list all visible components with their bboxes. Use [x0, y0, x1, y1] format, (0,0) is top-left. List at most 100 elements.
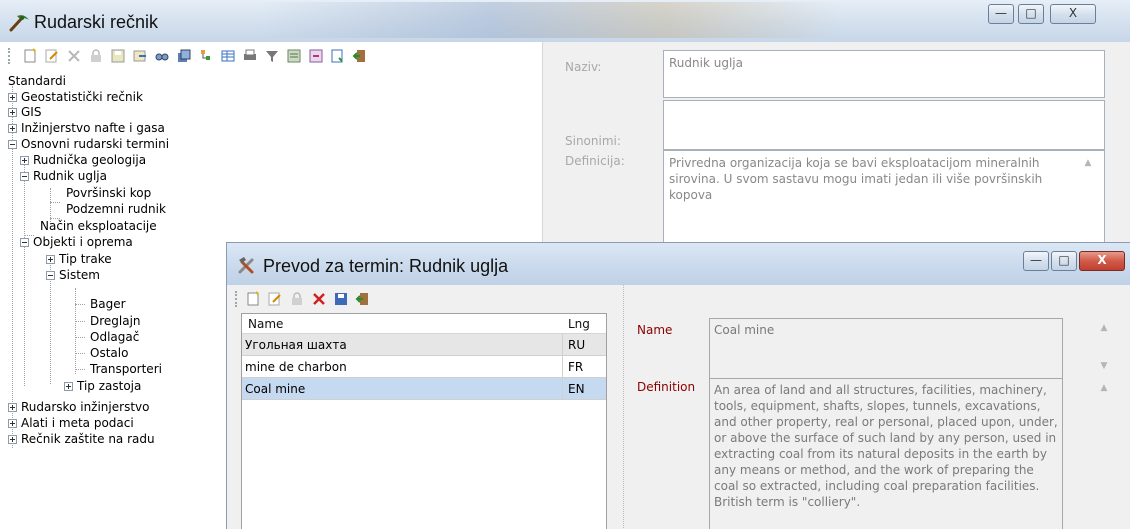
expand-plus-icon[interactable]: [8, 419, 17, 428]
tree-node-label: Rudarsko inžinjerstvo: [21, 400, 150, 414]
collapse-minus-icon[interactable]: [20, 172, 29, 181]
tree-node-label: Tip zastoja: [77, 379, 142, 393]
scroll-down-icon[interactable]: ▼: [1097, 361, 1111, 371]
edit-icon[interactable]: [267, 291, 283, 307]
report-icon[interactable]: [330, 48, 346, 64]
tree-node[interactable]: Alati i meta podaci: [8, 416, 134, 431]
expand-plus-icon[interactable]: [8, 93, 17, 102]
tree-node[interactable]: Bager: [90, 297, 126, 312]
definition-field[interactable]: An area of land and all structures, faci…: [709, 378, 1063, 529]
pickaxe-app-icon: [9, 15, 29, 32]
import-icon[interactable]: [308, 48, 324, 64]
toolbar-grip[interactable]: [8, 48, 11, 64]
name-field[interactable]: Coal mine: [709, 318, 1063, 380]
minimize-button[interactable]: —: [988, 4, 1014, 24]
dialog-maximize-button[interactable]: □: [1051, 251, 1077, 271]
titlebar-glass: [260, 2, 840, 38]
grid-header: Name Lng: [242, 314, 606, 334]
tree-node[interactable]: Rudnik uglja: [20, 169, 107, 184]
tree-node[interactable]: Dreglajn: [90, 314, 141, 329]
settings-icon[interactable]: [286, 48, 302, 64]
tree-node[interactable]: Odlagač: [90, 330, 139, 345]
tree-node[interactable]: Tip zastoja: [64, 379, 141, 394]
expand-plus-icon[interactable]: [64, 382, 73, 391]
scroll-up-icon[interactable]: ▲: [1097, 383, 1111, 393]
tree-node[interactable]: Način eksploatacije: [40, 219, 157, 234]
exit-icon[interactable]: [355, 291, 371, 307]
scroll-up-icon[interactable]: ▲: [1097, 323, 1111, 333]
column-header-name[interactable]: Name: [248, 317, 283, 331]
tree-node-label: Inžinjerstvo nafte i gasa: [21, 121, 165, 135]
copy-icon[interactable]: [176, 48, 192, 64]
tree-node-label: Rudnička geologija: [33, 153, 147, 167]
tree-node[interactable]: Osnovni rudarski termini: [8, 137, 169, 152]
tree-node[interactable]: Rudnička geologija: [20, 153, 146, 168]
tree-node[interactable]: Ostalo: [90, 346, 128, 361]
tree-root[interactable]: Standardi: [8, 74, 66, 89]
cell-name: Угольная шахта: [245, 338, 347, 352]
find-icon[interactable]: [154, 48, 170, 64]
tree-node[interactable]: Podzemni rudnik: [66, 202, 166, 217]
toolbar-grip[interactable]: [235, 291, 238, 307]
table-row[interactable]: mine de charbon FR: [242, 356, 606, 378]
tree-node[interactable]: Tip trake: [46, 252, 112, 267]
tree-node[interactable]: Rudarsko inžinjerstvo: [8, 400, 149, 415]
tree-node-label: Način eksploatacije: [40, 219, 157, 233]
tree-node-label: Osnovni rudarski termini: [21, 137, 170, 151]
table-icon[interactable]: [220, 48, 236, 64]
expand-plus-icon[interactable]: [20, 156, 29, 165]
main-toolbar: [8, 40, 538, 70]
expand-plus-icon[interactable]: [8, 403, 17, 412]
print-icon[interactable]: [242, 48, 258, 64]
dialog-titlebar[interactable]: Prevod za termin: Rudnik uglja — □ X: [227, 243, 1130, 285]
maximize-button[interactable]: □: [1018, 4, 1044, 24]
tree-node-label: Ostalo: [90, 346, 129, 360]
delete-icon[interactable]: [311, 291, 327, 307]
tree-node[interactable]: Sistem: [46, 268, 100, 283]
filter-icon[interactable]: [264, 48, 280, 64]
expand-plus-icon[interactable]: [8, 124, 17, 133]
tree-node-label: GIS: [21, 105, 42, 119]
table-row[interactable]: Угольная шахта RU: [242, 334, 606, 356]
sinonimi-field[interactable]: [663, 100, 1105, 150]
delete-icon[interactable]: [66, 48, 82, 64]
main-titlebar[interactable]: Rudarski rečnik — □ X: [0, 0, 1130, 42]
table-row-selected[interactable]: Coal mine EN: [242, 378, 606, 400]
column-header-lng[interactable]: Lng: [568, 317, 590, 331]
scroll-up-icon[interactable]: ▲: [1081, 158, 1095, 168]
edit-icon[interactable]: [44, 48, 60, 64]
save-icon[interactable]: [110, 48, 126, 64]
dialog-minimize-button[interactable]: —: [1023, 251, 1049, 271]
collapse-minus-icon[interactable]: [8, 140, 17, 149]
cell-name: Coal mine: [245, 382, 306, 396]
expand-plus-icon[interactable]: [46, 255, 55, 264]
expand-plus-icon[interactable]: [8, 435, 17, 444]
tree-node[interactable]: GIS: [8, 105, 41, 120]
dialog-splitter[interactable]: [623, 285, 624, 529]
new-icon[interactable]: [245, 291, 261, 307]
tree-node[interactable]: Transporteri: [90, 362, 162, 377]
tree-node[interactable]: Rečnik zaštite na radu: [8, 432, 155, 447]
tree-icon[interactable]: [198, 48, 214, 64]
save-icon[interactable]: [333, 291, 349, 307]
collapse-minus-icon[interactable]: [46, 271, 55, 280]
lock-icon[interactable]: [88, 48, 104, 64]
tree-node[interactable]: Površinski kop: [66, 186, 151, 201]
tree-node[interactable]: Geostatistički rečnik: [8, 90, 143, 105]
translation-grid[interactable]: Name Lng Угольная шахта RU mine de charb…: [241, 313, 607, 529]
naziv-field[interactable]: Rudnik uglja: [663, 50, 1105, 98]
dialog-close-button[interactable]: X: [1079, 251, 1125, 271]
exit-icon[interactable]: [352, 48, 368, 64]
lock-icon[interactable]: [289, 291, 305, 307]
close-button[interactable]: X: [1050, 4, 1096, 24]
export-icon[interactable]: [132, 48, 148, 64]
new-icon[interactable]: [22, 48, 38, 64]
tools-icon: [238, 257, 254, 274]
tree-node[interactable]: Objekti i oprema: [20, 235, 133, 250]
collapse-minus-icon[interactable]: [20, 238, 29, 247]
naziv-label: Naziv:: [565, 60, 602, 74]
expand-plus-icon[interactable]: [8, 108, 17, 117]
tree-node[interactable]: Inžinjerstvo nafte i gasa: [8, 121, 165, 136]
main-title: Rudarski rečnik: [34, 12, 159, 32]
tree-node-label: Transporteri: [90, 362, 162, 376]
